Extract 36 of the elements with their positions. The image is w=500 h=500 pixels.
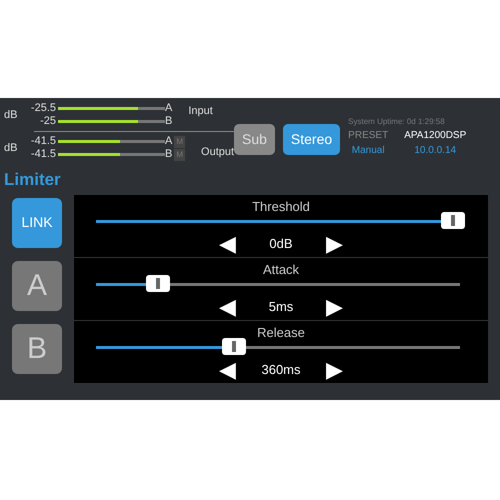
device-name: APA1200DSP bbox=[404, 129, 466, 143]
section-title: Limiter bbox=[4, 169, 62, 191]
channel-button[interactable]: LINK bbox=[12, 198, 62, 248]
parameter-name: Attack bbox=[262, 260, 300, 278]
mode-button[interactable]: Stereo bbox=[282, 124, 340, 155]
slider-thumb[interactable] bbox=[440, 212, 465, 229]
meter-group-label: Output bbox=[201, 144, 234, 160]
increment-button[interactable]: ▶ bbox=[326, 359, 343, 381]
slider-thumb[interactable] bbox=[222, 338, 246, 355]
meter-reading: -41.5 bbox=[30, 147, 57, 162]
channel-label: A bbox=[165, 134, 172, 149]
decrement-button[interactable]: ◀ bbox=[219, 359, 236, 381]
parameter-value: 5ms bbox=[268, 298, 294, 316]
parameter-name: Release bbox=[256, 324, 306, 342]
slider-thumb[interactable] bbox=[146, 275, 170, 292]
ip-address: 10.0.0.14 bbox=[413, 144, 458, 158]
parameter-value: 360ms bbox=[260, 361, 302, 380]
preset-value: Manual bbox=[350, 144, 386, 158]
channel-label: B bbox=[165, 114, 172, 130]
uptime-text: System Uptime: 0d 1:29:58 bbox=[348, 116, 446, 128]
decrement-button[interactable]: ◀ bbox=[219, 296, 236, 318]
meter-reading: -41.5 bbox=[30, 134, 57, 149]
channel-label: B bbox=[165, 147, 172, 162]
meter-reading: -25 bbox=[39, 114, 57, 130]
preset-label: PRESET bbox=[348, 129, 388, 143]
parameter-name: Threshold bbox=[251, 198, 311, 216]
parameter-value: 0dB bbox=[268, 235, 294, 254]
increment-button[interactable]: ▶ bbox=[326, 296, 343, 318]
meter-group-label: Input bbox=[188, 104, 213, 119]
increment-button[interactable]: ▶ bbox=[326, 233, 343, 255]
decrement-button[interactable]: ◀ bbox=[219, 233, 236, 255]
channel-button[interactable]: B bbox=[12, 324, 62, 374]
channel-button[interactable]: A bbox=[12, 260, 62, 310]
mode-button[interactable]: Sub bbox=[234, 124, 275, 155]
channel-label: A bbox=[165, 101, 172, 116]
meter-reading: -25.5 bbox=[30, 101, 57, 116]
